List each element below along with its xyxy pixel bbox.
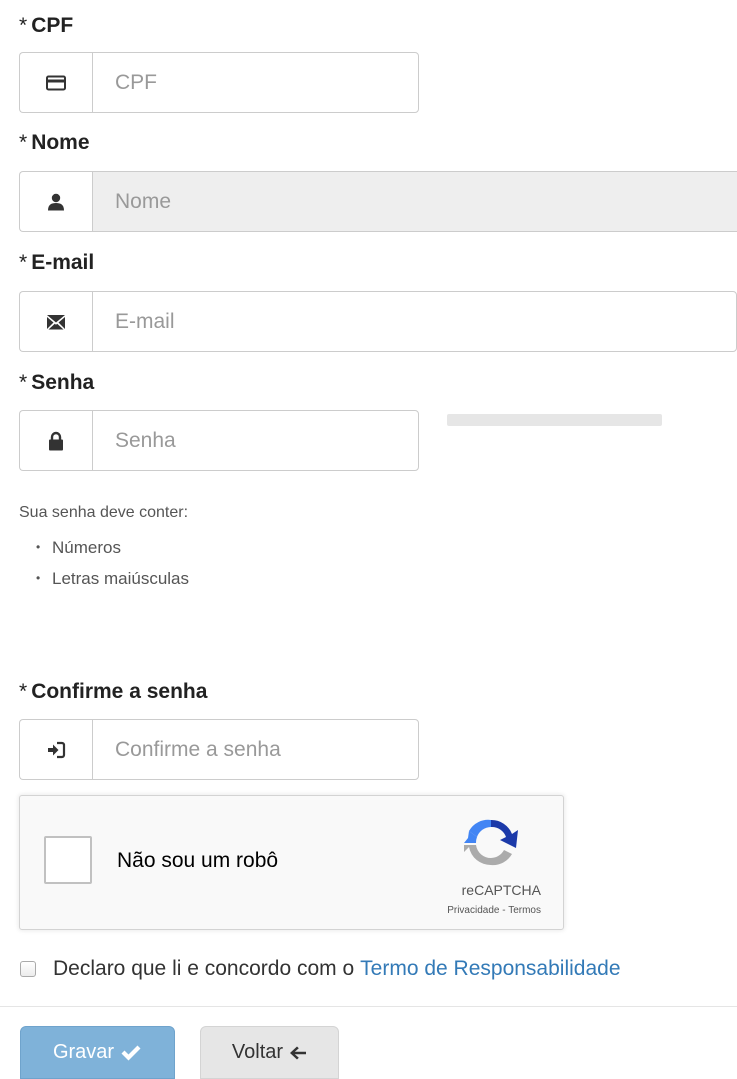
recaptcha-privacy-link[interactable]: Privacidade [447, 905, 499, 916]
list-item: • Letras maiúsculas [36, 569, 190, 588]
senha-label-text: Senha [31, 371, 95, 394]
confirm-label-text: Confirme a senha [31, 680, 208, 703]
nome-label-text: Nome [31, 131, 90, 154]
agreement-text: Declaro que li e concordo com o [53, 957, 355, 980]
arrow-left-icon [290, 1046, 307, 1059]
email-label: * E-mail [19, 251, 94, 275]
recaptcha-brand: reCAPTCHA [461, 882, 541, 898]
email-label-text: E-mail [31, 251, 95, 274]
nome-addon [19, 171, 92, 232]
confirm-input-group [19, 719, 419, 780]
senha-label: * Senha [19, 371, 94, 395]
required-mark: * [19, 131, 28, 154]
back-button[interactable]: Voltar [200, 1026, 339, 1079]
required-mark: * [19, 251, 28, 274]
user-icon [48, 193, 64, 210]
recaptcha-terms-link[interactable]: Termos [508, 905, 541, 916]
divider [0, 1006, 737, 1007]
confirm-addon [19, 719, 92, 780]
cpf-input-group [19, 52, 419, 113]
sign-in-icon [48, 741, 66, 758]
cpf-label: * CPF [19, 14, 73, 38]
lock-icon [49, 431, 63, 450]
cpf-addon [19, 52, 92, 113]
cpf-input[interactable] [92, 52, 419, 113]
confirm-label: * Confirme a senha [19, 680, 207, 704]
recaptcha-logo-icon [464, 819, 518, 866]
recaptcha-label: Não sou um robô [117, 849, 279, 872]
nome-label: * Nome [19, 131, 90, 155]
password-hint-list: • Números • Letras maiúsculas [36, 537, 189, 599]
senha-input[interactable] [92, 410, 419, 471]
agreement-checkbox[interactable] [20, 961, 36, 977]
recaptcha-links: Privacidade - Termos [447, 905, 541, 916]
senha-input-group [19, 410, 419, 471]
required-mark: * [19, 371, 28, 394]
check-icon [121, 1045, 141, 1060]
envelope-icon [47, 314, 65, 329]
cpf-label-text: CPF [31, 14, 74, 37]
back-button-label: Voltar [231, 1041, 284, 1063]
hint-item-text: Letras maiúsculas [52, 569, 190, 588]
password-hint-title: Sua senha deve conter: [19, 504, 189, 521]
email-input[interactable] [92, 291, 737, 352]
list-item: • Números [36, 538, 121, 557]
email-addon [19, 291, 92, 352]
save-button[interactable]: Gravar [20, 1026, 175, 1079]
terms-link[interactable]: Termo de Responsabilidade [360, 957, 620, 981]
save-button-label: Gravar [52, 1041, 115, 1063]
senha-addon [19, 410, 92, 471]
required-mark: * [19, 14, 28, 37]
confirm-input[interactable] [92, 719, 419, 780]
recaptcha-widget: Não sou um robô reCAPTCHA Privacidade - … [19, 795, 564, 930]
credit-card-icon [46, 75, 66, 90]
nome-input-group [19, 171, 737, 232]
nome-input[interactable] [92, 171, 737, 232]
agreement-row: Declaro que li e concordo com o Termo de… [20, 957, 621, 981]
watermark [447, 414, 662, 426]
required-mark: * [19, 680, 28, 703]
hint-item-text: Números [52, 538, 121, 557]
email-input-group [19, 291, 737, 352]
recaptcha-separator: - [502, 905, 506, 916]
recaptcha-checkbox[interactable] [44, 836, 92, 884]
